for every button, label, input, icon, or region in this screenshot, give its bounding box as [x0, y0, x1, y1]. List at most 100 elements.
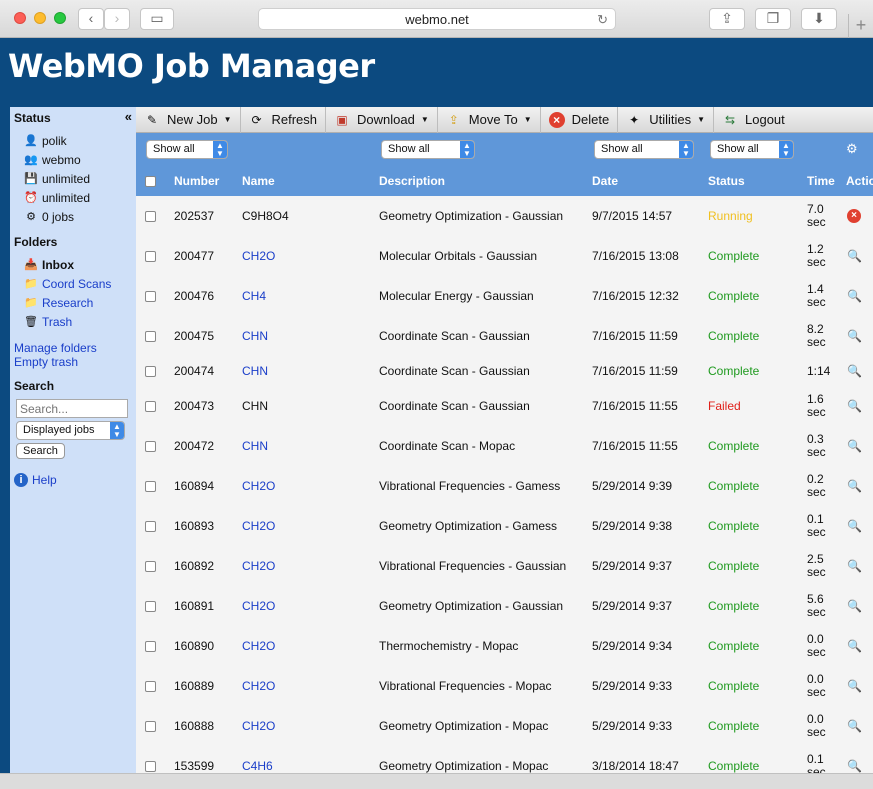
row-checkbox[interactable] [145, 561, 156, 572]
table-row[interactable]: 153599 C4H6 Geometry Optimization - Mopac 3… [136, 746, 873, 773]
table-row[interactable]: 160894 CH2O Vibrational Frequencies - Game… [136, 466, 873, 506]
row-checkbox[interactable] [145, 366, 156, 377]
view-job-icon[interactable]: 🔍 [847, 289, 862, 303]
view-job-icon[interactable]: 🔍 [847, 249, 862, 263]
row-checkbox[interactable] [145, 601, 156, 612]
tabs-icon[interactable]: ❐ [755, 8, 791, 30]
move-to-button[interactable]: ⇪ Move To ▼ [438, 106, 541, 133]
view-job-icon[interactable]: 🔍 [847, 329, 862, 343]
job-name[interactable]: CH2O [242, 479, 275, 493]
name-filter-select[interactable]: Show all ▲ ▼ [146, 140, 228, 159]
search-scope-select[interactable]: Displayed jobs ▲ ▼ [16, 421, 125, 440]
delete-button[interactable]: × Delete [541, 106, 619, 133]
row-checkbox[interactable] [145, 211, 156, 222]
job-name[interactable]: CH2O [242, 679, 275, 693]
row-checkbox[interactable] [145, 761, 156, 772]
reload-icon[interactable]: ↻ [597, 9, 608, 30]
table-row[interactable]: 200475 CHN Coordinate Scan - Gaussian 7/16/… [136, 316, 873, 356]
table-row[interactable]: 200476 CH4 Molecular Energy - Gaussian 7/16… [136, 276, 873, 316]
column-status[interactable]: Status [708, 174, 745, 188]
column-time[interactable]: Time [807, 174, 835, 188]
empty-trash-link[interactable]: Empty trash [14, 355, 132, 369]
column-description[interactable]: Description [379, 174, 445, 188]
job-name[interactable]: CHN [242, 329, 268, 343]
folder-coord-scans[interactable]: 📁 Coord Scans [14, 274, 132, 293]
table-row[interactable]: 160891 CH2O Geometry Optimization - Gaussi… [136, 586, 873, 626]
search-button[interactable]: Search [16, 443, 65, 459]
table-row[interactable]: 200474 CHN Coordinate Scan - Gaussian 7/16/… [136, 356, 873, 386]
column-number[interactable]: Number [174, 174, 219, 188]
job-name[interactable]: CH2O [242, 519, 275, 533]
row-checkbox[interactable] [145, 641, 156, 652]
date-filter-select[interactable]: Show all ▲ ▼ [594, 140, 694, 159]
folder-research[interactable]: 📁 Research [14, 293, 132, 312]
column-name[interactable]: Name [242, 174, 275, 188]
downloads-icon[interactable]: ⬇ [801, 8, 837, 30]
address-bar[interactable]: webmo.net ↻ [258, 8, 616, 30]
table-row[interactable]: 200477 CH2O Molecular Orbitals - Gaussian 7… [136, 236, 873, 276]
view-job-icon[interactable]: 🔍 [847, 599, 862, 613]
zoom-window-button[interactable] [54, 12, 66, 24]
row-checkbox[interactable] [145, 681, 156, 692]
column-date[interactable]: Date [592, 174, 618, 188]
row-checkbox[interactable] [145, 331, 156, 342]
job-name[interactable]: CH2O [242, 599, 275, 613]
view-job-icon[interactable]: 🔍 [847, 479, 862, 493]
row-checkbox[interactable] [145, 291, 156, 302]
row-checkbox[interactable] [145, 401, 156, 412]
view-job-icon[interactable]: 🔍 [847, 719, 862, 733]
share-icon[interactable]: ⇪ [709, 8, 745, 30]
collapse-sidebar-icon[interactable]: « [125, 109, 132, 124]
select-all-checkbox[interactable] [145, 176, 156, 187]
table-row[interactable]: 160893 CH2O Geometry Optimization - Gamess… [136, 506, 873, 546]
row-checkbox[interactable] [145, 481, 156, 492]
view-job-icon[interactable]: 🔍 [847, 364, 862, 378]
folder-trash[interactable]: 🗑 Trash [14, 312, 132, 331]
forward-icon[interactable]: › [104, 8, 130, 30]
table-row[interactable]: 160892 CH2O Vibrational Frequencies - Gaus… [136, 546, 873, 586]
sidebar-toggle-icon[interactable]: ▭ [140, 8, 174, 30]
refresh-button[interactable]: ⟳ Refresh [241, 106, 327, 133]
download-button[interactable]: ▣ Download ▼ [326, 106, 438, 133]
table-row[interactable]: 160888 CH2O Geometry Optimization - Mopac 5… [136, 706, 873, 746]
job-name[interactable]: CH2O [242, 249, 275, 263]
column-settings-icon[interactable]: ⚙ [846, 141, 862, 157]
search-input[interactable] [16, 399, 128, 418]
new-tab-icon[interactable]: + [848, 14, 873, 38]
table-row[interactable]: 202537 C9H8O4 Geometry Optimization - Gaus… [136, 196, 873, 236]
stop-job-icon[interactable]: × [847, 209, 861, 223]
job-name[interactable]: CH2O [242, 639, 275, 653]
minimize-window-button[interactable] [34, 12, 46, 24]
job-name[interactable]: C4H6 [242, 759, 273, 773]
back-icon[interactable]: ‹ [78, 8, 104, 30]
folder-inbox[interactable]: 📥 Inbox [14, 255, 132, 274]
status-filter-select[interactable]: Show all ▲ ▼ [710, 140, 794, 159]
table-row[interactable]: 200472 CHN Coordinate Scan - Mopac 7/16/201… [136, 426, 873, 466]
view-job-icon[interactable]: 🔍 [847, 639, 862, 653]
manage-folders-link[interactable]: Manage folders [14, 341, 132, 355]
job-name[interactable]: CHN [242, 439, 268, 453]
job-name[interactable]: CH2O [242, 719, 275, 733]
view-job-icon[interactable]: 🔍 [847, 679, 862, 693]
table-row[interactable]: 160889 CH2O Vibrational Frequencies - Mopa… [136, 666, 873, 706]
job-name[interactable]: CHN [242, 364, 268, 378]
job-name[interactable]: CH2O [242, 559, 275, 573]
utilities-button[interactable]: ✦ Utilities ▼ [618, 106, 715, 133]
row-checkbox[interactable] [145, 251, 156, 262]
help-link[interactable]: i Help [14, 473, 132, 487]
view-job-icon[interactable]: 🔍 [847, 559, 862, 573]
row-checkbox[interactable] [145, 441, 156, 452]
new-job-button[interactable]: ✎ New Job ▼ [136, 106, 241, 133]
table-row[interactable]: 160890 CH2O Thermochemistry - Mopac 5/29/20… [136, 626, 873, 666]
logout-button[interactable]: ⇆ Logout [714, 107, 793, 133]
view-job-icon[interactable]: 🔍 [847, 439, 862, 453]
row-checkbox[interactable] [145, 521, 156, 532]
view-job-icon[interactable]: 🔍 [847, 519, 862, 533]
close-window-button[interactable] [14, 12, 26, 24]
view-job-icon[interactable]: 🔍 [847, 399, 862, 413]
row-checkbox[interactable] [145, 721, 156, 732]
view-job-icon[interactable]: 🔍 [847, 759, 862, 773]
description-filter-select[interactable]: Show all ▲ ▼ [381, 140, 475, 159]
job-name[interactable]: CH4 [242, 289, 266, 303]
table-row[interactable]: 200473 CHN Coordinate Scan - Gaussian 7/16/… [136, 386, 873, 426]
